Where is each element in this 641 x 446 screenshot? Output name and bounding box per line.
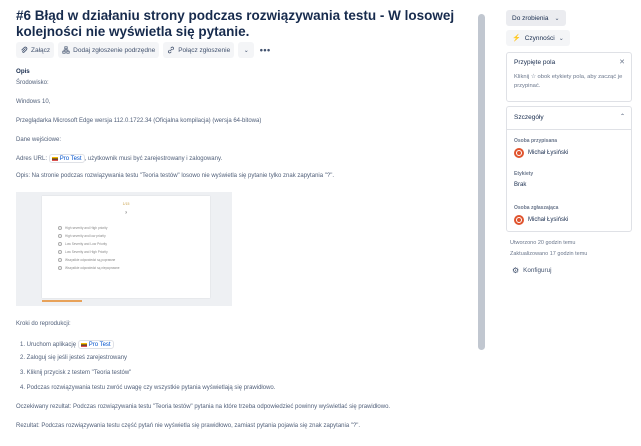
pro-test-link[interactable]: Pro Test	[77, 340, 114, 349]
lightning-icon: ⚡	[512, 35, 521, 42]
pinned-fields-heading: Przypięte pola	[514, 59, 556, 66]
radio-icon	[58, 234, 62, 238]
step-item: 4. Podczas rozwiązywania testu zwróć uwa…	[20, 385, 276, 391]
link-issue-label: Połącz zgłoszenie	[178, 46, 231, 54]
pro-test-link-label: Pro Test	[88, 341, 111, 348]
pro-test-link-label: Pro Test	[59, 155, 82, 162]
actions-label: Czynności	[524, 34, 555, 42]
input-data-label: Dane wejściowe:	[16, 137, 62, 143]
issue-toolbar: Załącz Dodaj zgłoszenie podrzędne Połącz…	[16, 42, 272, 58]
chevron-down-icon: ⌄	[243, 47, 249, 54]
step-item: 1. Uruchom aplikację Pro Test	[20, 340, 114, 349]
issue-sidebar: Do zrobienia ⌄ ⚡ Czynności ⌄ Przypięte p…	[506, 0, 634, 446]
configure-button[interactable]: ⚙ Konfiguruj	[512, 266, 552, 275]
screenshot-header: 1/15	[122, 202, 130, 206]
pro-test-link[interactable]: Pro Test	[48, 154, 85, 163]
browser-text: Przeglądarka Microsoft Edge wersja 112.0…	[16, 118, 262, 124]
link-dropdown-button[interactable]: ⌄	[238, 42, 255, 58]
step-text: Uruchom aplikację	[26, 342, 77, 349]
chevron-down-icon: ⌄	[558, 35, 564, 42]
radio-icon	[58, 242, 62, 246]
avatar	[514, 215, 524, 225]
avatar	[514, 148, 524, 158]
paperclip-icon	[21, 46, 28, 53]
attach-button[interactable]: Załącz	[16, 42, 55, 58]
step-item: 2. Zaloguj się jeśli jesteś zarejestrowa…	[20, 355, 128, 361]
labels-label: Etykiety	[514, 171, 534, 177]
radio-icon	[58, 266, 62, 270]
url-line: Adres URL: Pro Test , użytkownik musi by…	[16, 154, 222, 163]
screenshot-option: High severity and low priority	[58, 232, 120, 240]
pinned-fields-panel: Przypięte pola ✕ Kliknij ☆ obok etykiety…	[506, 52, 632, 102]
radio-icon	[58, 250, 62, 254]
configure-label: Konfiguruj	[523, 267, 552, 274]
radio-icon	[58, 226, 62, 230]
assignee-field[interactable]: Michał Łysiński	[514, 148, 568, 158]
screenshot-option: Wszystkie odpowiedzi są poprawne	[58, 256, 120, 264]
attach-label: Załącz	[31, 46, 51, 54]
flag-icon	[51, 156, 58, 161]
gear-icon: ⚙	[512, 266, 520, 275]
labels-field[interactable]: Brak	[514, 182, 526, 188]
created-timestamp: Utworzono 20 godzin temu	[510, 240, 576, 246]
link-icon	[168, 46, 175, 54]
screenshot-options: High severity and High priority High sev…	[58, 224, 120, 272]
step-text: Podczas rozwiązywania testu zwróć uwagę …	[26, 385, 276, 391]
step-text: Zaloguj się jeśli jesteś zarejestrowany	[26, 355, 128, 361]
divider	[507, 129, 631, 130]
expected-result: Oczekiwany rezultat: Podczas rozwiązywan…	[16, 404, 391, 410]
reporter-label: Osoba zgłaszająca	[514, 205, 559, 211]
step-text: Kliknij przycisk z testem "Teoria testów…	[26, 370, 132, 376]
url-suffix: , użytkownik musi być zarejestrowany i z…	[84, 156, 223, 163]
close-icon[interactable]: ✕	[619, 58, 625, 66]
assignee-value: Michał Łysiński	[528, 150, 569, 156]
steps-heading: Kroki do reprodukcji:	[16, 321, 71, 327]
reporter-value: Michał Łysiński	[528, 217, 569, 223]
status-dropdown[interactable]: Do zrobienia ⌄	[506, 10, 566, 26]
issue-title[interactable]: #6 Błąd w działaniu strony podczas rozwi…	[16, 8, 476, 40]
add-subtask-button[interactable]: Dodaj zgłoszenie podrzędne	[58, 42, 160, 58]
subtask-icon	[62, 46, 70, 54]
issue-main-panel: #6 Błąd w działaniu strony podczas rozwi…	[14, 0, 476, 446]
os-text: Windows 10,	[16, 99, 51, 105]
url-prefix: Adres URL:	[16, 156, 48, 163]
updated-timestamp: Zaktualizowano 17 godzin temu	[510, 251, 588, 257]
pinned-fields-hint: Kliknij ☆ obok etykiety pola, aby zacząć…	[514, 74, 623, 89]
actual-result: Rezultat: Podczas rozwiązywania testu cz…	[16, 423, 361, 429]
summary-text: Opis: Na stronie podczas rozwiązywania t…	[16, 173, 334, 179]
add-subtask-label: Dodaj zgłoszenie podrzędne	[73, 46, 156, 54]
screenshot-option: Wszystkie odpowiedzi są niepoprawne	[58, 264, 120, 272]
screenshot-progress-bar	[42, 300, 82, 302]
status-label: Do zrobienia	[512, 14, 549, 22]
more-actions-button[interactable]: •••	[258, 42, 272, 58]
labels-value: Brak	[514, 182, 527, 188]
environment-label: Środowisko:	[16, 80, 49, 86]
screenshot-option: Low Severity and High Priority	[58, 248, 120, 256]
details-panel: Szczegóły ⌃ Osoba przypisana Michał Łysi…	[506, 106, 632, 232]
screenshot-option: Low Severity and Low Priority	[58, 240, 120, 248]
chevron-down-icon: ⌄	[554, 15, 560, 22]
step-item: 3. Kliknij przycisk z testem "Teoria tes…	[20, 370, 132, 376]
reporter-field[interactable]: Michał Łysiński	[514, 215, 568, 225]
assignee-label: Osoba przypisana	[514, 138, 558, 144]
screenshot-page: 1/15 ? High severity and High priority H…	[42, 196, 210, 298]
details-heading[interactable]: Szczegóły	[514, 114, 544, 121]
chevron-up-icon[interactable]: ⌃	[620, 113, 625, 120]
screenshot-option: High severity and High priority	[58, 224, 120, 232]
radio-icon	[58, 258, 62, 262]
scrollbar-thumb[interactable]	[478, 14, 485, 350]
more-icon: •••	[259, 45, 271, 55]
description-heading: Opis	[16, 68, 30, 75]
flag-icon	[80, 342, 87, 347]
screenshot-question: ?	[124, 210, 128, 215]
actions-dropdown[interactable]: ⚡ Czynności ⌄	[506, 30, 570, 46]
attached-screenshot[interactable]: 1/15 ? High severity and High priority H…	[16, 192, 232, 306]
link-issue-button[interactable]: Połącz zgłoszenie	[163, 42, 235, 58]
